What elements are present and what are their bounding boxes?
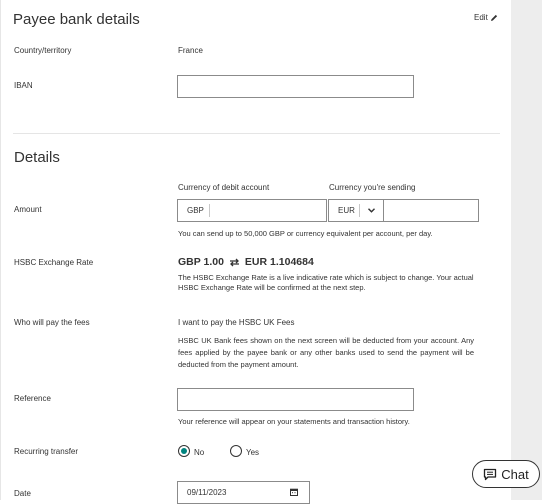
fees-value: I want to pay the HSBC UK Fees: [178, 318, 295, 327]
amount-label: Amount: [14, 205, 42, 214]
chat-icon: [484, 468, 497, 480]
recurring-no-label: No: [194, 448, 205, 457]
debit-currency-code: GBP: [187, 206, 204, 215]
chevron-down-icon: [368, 208, 375, 213]
rate-label: HSBC Exchange Rate: [14, 258, 94, 267]
main-panel: Payee bank details Edit Country/territor…: [0, 0, 511, 504]
send-amount-input[interactable]: [383, 199, 479, 222]
recurring-no-radio[interactable]: [178, 445, 190, 457]
send-currency-select[interactable]: EUR: [328, 199, 384, 222]
country-label: Country/territory: [14, 46, 72, 55]
field-separator: [209, 204, 210, 217]
amount-hint: You can send up to 50,000 GBP or currenc…: [178, 229, 433, 238]
chat-label: Chat: [501, 466, 529, 482]
date-input[interactable]: 09/11/2023: [177, 481, 310, 504]
right-gutter: [511, 0, 542, 500]
send-currency-code: EUR: [338, 206, 355, 215]
recurring-yes-label: Yes: [246, 448, 260, 457]
edit-link[interactable]: Edit: [474, 13, 498, 22]
reference-hint: Your reference will appear on your state…: [178, 417, 410, 426]
recurring-label: Recurring transfer: [14, 447, 79, 456]
section-divider: [13, 133, 500, 134]
rate-to: EUR 1.104684: [244, 256, 314, 268]
edit-label: Edit: [474, 13, 488, 22]
reference-input[interactable]: [177, 388, 414, 411]
fees-label: Who will pay the fees: [14, 318, 90, 327]
exchange-rate-display: GBP 1.00 EUR 1.104684: [178, 256, 314, 268]
select-separator: [359, 204, 360, 217]
debit-currency-header: Currency of debit account: [178, 183, 270, 192]
iban-label: IBAN: [14, 81, 33, 90]
country-value: France: [178, 46, 203, 55]
payee-section-title: Payee bank details: [13, 11, 140, 28]
rate-note: The HSBC Exchange Rate is a live indicat…: [178, 273, 474, 292]
details-section-title: Details: [14, 149, 60, 166]
date-value: 09/11/2023: [187, 488, 227, 497]
sending-currency-header: Currency you're sending: [329, 183, 416, 192]
exchange-icon: [229, 258, 239, 266]
iban-input[interactable]: [177, 75, 414, 98]
fees-note: HSBC UK Bank fees shown on the next scre…: [178, 336, 474, 369]
calendar-icon: [290, 488, 298, 496]
rate-from: GBP 1.00: [178, 256, 224, 268]
recurring-yes-radio[interactable]: [230, 445, 242, 457]
chat-button[interactable]: Chat: [472, 460, 540, 488]
date-label: Date: [14, 489, 31, 498]
pencil-icon: [490, 14, 497, 21]
debit-amount-field[interactable]: GBP: [177, 199, 327, 222]
reference-label: Reference: [14, 394, 51, 403]
